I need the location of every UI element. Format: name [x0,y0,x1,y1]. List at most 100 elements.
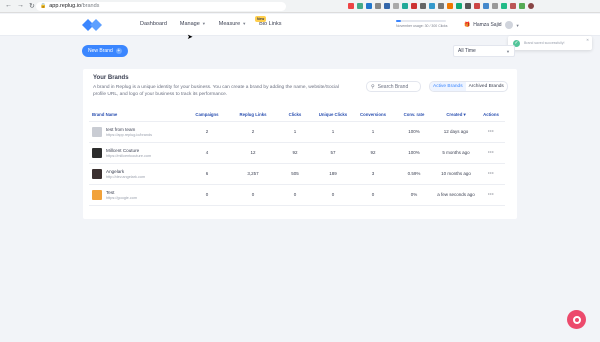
col-unique-clicks[interactable]: Unique Clicks [313,109,353,122]
nav-manage[interactable]: Manage ▼ [180,21,206,27]
chat-icon [572,315,581,324]
campaigns-count: 0 [185,184,229,206]
table-row[interactable]: Millcent Couture https://millcentcouture… [89,142,505,164]
actions-cell: ··· [477,163,505,185]
links-count: 12 [229,142,277,164]
col-conv-rate[interactable]: Conv. rate [393,109,435,122]
unique-clicks-count: 1 [313,121,353,143]
mouse-cursor-icon: ➤ [187,34,193,41]
url-host: app.replug.io [49,3,82,9]
brand-name[interactable]: Millcent Couture [106,148,151,153]
more-options-icon[interactable]: ··· [488,129,494,135]
help-chat-button[interactable] [567,310,586,329]
extension-icon[interactable] [366,3,372,9]
col-brand-name[interactable]: Brand Name [89,109,185,122]
table-row[interactable]: Test https://google.com 0 0 0 0 0 0% a f… [89,184,505,206]
brand-name[interactable]: Angelark [106,169,145,174]
usage-meter: November usage: 30 / 300 Clicks [396,20,448,28]
conv-rate-value: 100% [393,142,435,164]
forward-icon[interactable]: → [17,2,24,10]
col-replug-links[interactable]: Replug Links [229,109,277,122]
extension-icon[interactable] [429,3,435,9]
user-menu[interactable]: 🎁 Hamza Sajid ▼ [464,21,520,29]
usage-text: November usage: 30 / 300 Clicks [396,24,448,28]
app-header: Dashboard Manage ▼ Measure ▼ Bio Links New… [0,14,600,36]
extension-icon[interactable] [465,3,471,9]
brand-cell: test from team https://app.replug.io/bra… [89,121,185,143]
col-conversions[interactable]: Conversions [353,109,393,122]
brands-card: Your Brands A brand in Replug is a uniqu… [83,69,517,219]
brand-name[interactable]: Test [106,190,137,195]
extension-icon[interactable] [357,3,363,9]
tab-active-brands[interactable]: Active Brands [430,82,466,91]
brand-url: http://dev.angelark.com [106,174,146,179]
col-clicks[interactable]: Clicks [277,109,313,122]
unique-clicks-count: 189 [313,163,353,185]
date-filter-select[interactable]: All Time ▼ [453,45,515,57]
replug-logo-icon[interactable] [82,19,102,31]
extension-icon[interactable] [375,3,381,9]
brand-cell: Angelark http://dev.angelark.com [89,163,185,185]
created-value: 5 months ago [435,142,477,164]
more-options-icon[interactable]: ··· [488,150,494,156]
clicks-count: 92 [277,142,313,164]
extension-icon[interactable] [510,3,516,9]
conversions-count: 92 [353,142,393,164]
chevron-down-icon: ▼ [201,21,206,26]
campaigns-count: 6 [185,163,229,185]
back-icon[interactable]: ← [5,2,12,10]
unique-clicks-count: 57 [313,142,353,164]
extension-icon[interactable] [474,3,480,9]
extension-icon[interactable] [402,3,408,9]
extension-icon[interactable] [501,3,507,9]
conv-rate-value: 0.59% [393,163,435,185]
brand-url: https://google.com [106,195,138,200]
chevron-down-icon: ▼ [506,48,510,54]
clicks-count: 1 [277,121,313,143]
usage-track [396,20,446,22]
nav-measure[interactable]: Measure ▼ [219,21,246,27]
table-row[interactable]: Angelark http://dev.angelark.com 6 3,257… [89,163,505,185]
search-input[interactable]: ⚲ Search Brand [366,81,421,92]
new-brand-label: New Brand [88,48,113,54]
extension-icon[interactable] [447,3,453,9]
avatar [504,21,513,29]
links-count: 3,257 [229,163,277,185]
col-campaigns[interactable]: Campaigns [185,109,229,122]
more-options-icon[interactable]: ··· [488,171,494,177]
links-count: 2 [229,121,277,143]
reload-icon[interactable]: ↻ [29,2,35,10]
table-row[interactable]: test from team https://app.replug.io/bra… [89,121,505,143]
success-toast: ✓ Brand saved successfully! ✕ [508,36,592,50]
nav-label: Measure [218,21,241,27]
extension-icon[interactable] [348,3,354,9]
filter-value: All Time [458,48,476,54]
profile-icon[interactable] [528,3,534,9]
brand-logo [92,168,102,179]
close-icon[interactable]: ✕ [586,38,589,42]
url-path: /brands [81,3,100,9]
nav-dashboard[interactable]: Dashboard [140,21,167,27]
brand-name[interactable]: test from team [106,127,152,132]
gift-icon[interactable]: 🎁 [464,22,470,28]
address-bar[interactable]: 🔒 app.replug.io/brands [36,1,286,11]
brand-text: Angelark http://dev.angelark.com [106,169,145,179]
new-brand-button[interactable]: New Brand + [82,45,128,57]
extension-icon[interactable] [411,3,417,9]
brand-status-tabs: Active Brands Archived Brands [429,81,508,92]
extension-icon[interactable] [519,3,525,9]
extension-icon[interactable] [483,3,489,9]
extension-icon[interactable] [456,3,462,9]
search-icon: ⚲ [371,83,375,90]
extension-icon[interactable] [384,3,390,9]
brand-text: Test https://google.com [106,190,137,200]
brand-logo [92,189,102,200]
extension-icon[interactable] [438,3,444,9]
extension-icon[interactable] [420,3,426,9]
extension-icon[interactable] [492,3,498,9]
extension-icon[interactable] [393,3,399,9]
more-options-icon[interactable]: ··· [488,192,494,198]
tab-archived-brands[interactable]: Archived Brands [466,82,507,91]
col-created[interactable]: Created ▾ [435,109,477,122]
brand-url: https://millcentcouture.com [106,153,152,158]
